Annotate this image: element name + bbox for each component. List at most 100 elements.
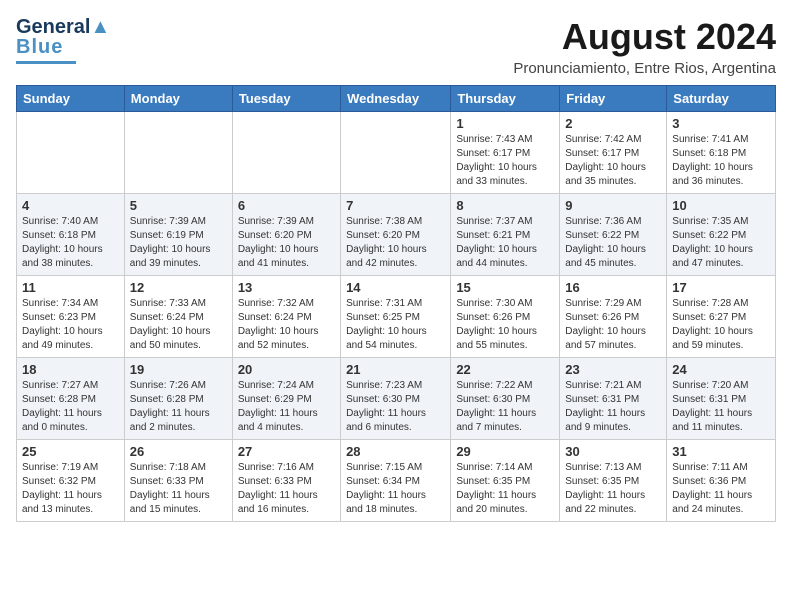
day-info: Sunrise: 7:30 AMSunset: 6:26 PMDaylight:… xyxy=(456,297,554,353)
day-number: 29 xyxy=(456,444,554,459)
day-number: 24 xyxy=(672,362,770,377)
calendar-cell: 5Sunrise: 7:39 AMSunset: 6:19 PMDaylight… xyxy=(124,194,232,276)
day-number: 19 xyxy=(130,362,227,377)
calendar-cell: 22 Sunrise: 7:22 AMSunset: 6:30 PMDayligh… xyxy=(451,358,560,440)
calendar-week-3: 18 Sunrise: 7:27 AMSunset: 6:28 PMDayligh… xyxy=(17,358,776,440)
calendar-table: SundayMondayTuesdayWednesdayThursdayFrid… xyxy=(16,85,776,522)
calendar-week-1: 4Sunrise: 7:40 AMSunset: 6:18 PMDaylight… xyxy=(17,194,776,276)
day-number: 28 xyxy=(346,444,445,459)
day-info: Sunrise: 7:43 AMSunset: 6:17 PMDaylight:… xyxy=(456,133,554,189)
day-info: Sunrise: 7:33 AMSunset: 6:24 PMDaylight:… xyxy=(130,297,227,353)
day-number: 8 xyxy=(456,198,554,213)
day-info: Sunrise: 7:34 AMSunset: 6:23 PMDaylight:… xyxy=(22,297,119,353)
calendar-cell: 4Sunrise: 7:40 AMSunset: 6:18 PMDaylight… xyxy=(17,194,125,276)
day-number: 20 xyxy=(238,362,335,377)
calendar-cell: 8Sunrise: 7:37 AMSunset: 6:21 PMDaylight… xyxy=(451,194,560,276)
calendar-cell: 3 Sunrise: 7:41 AMSunset: 6:18 PMDaylight… xyxy=(667,112,776,194)
day-number: 22 xyxy=(456,362,554,377)
day-number: 12 xyxy=(130,280,227,295)
calendar-cell: 20 Sunrise: 7:24 AMSunset: 6:29 PMDayligh… xyxy=(232,358,340,440)
calendar-cell: 16 Sunrise: 7:29 AMSunset: 6:26 PMDayligh… xyxy=(560,276,667,358)
calendar-cell: 18 Sunrise: 7:27 AMSunset: 6:28 PMDayligh… xyxy=(17,358,125,440)
day-number: 18 xyxy=(22,362,119,377)
calendar-cell: 30Sunrise: 7:13 AMSunset: 6:35 PMDayligh… xyxy=(560,440,667,522)
calendar-cell: 19 Sunrise: 7:26 AMSunset: 6:28 PMDayligh… xyxy=(124,358,232,440)
day-info: Sunrise: 7:20 AMSunset: 6:31 PMDaylight:… xyxy=(672,379,770,435)
day-info: Sunrise: 7:26 AMSunset: 6:28 PMDaylight:… xyxy=(130,379,227,435)
day-number: 10 xyxy=(672,198,770,213)
calendar-cell: 13 Sunrise: 7:32 AMSunset: 6:24 PMDayligh… xyxy=(232,276,340,358)
day-info: Sunrise: 7:28 AMSunset: 6:27 PMDaylight:… xyxy=(672,297,770,353)
day-info: Sunrise: 7:16 AMSunset: 6:33 PMDaylight:… xyxy=(238,461,335,517)
calendar-header-row: SundayMondayTuesdayWednesdayThursdayFrid… xyxy=(17,86,776,112)
day-info: Sunrise: 7:36 AMSunset: 6:22 PMDaylight:… xyxy=(565,215,661,271)
calendar-cell: 7Sunrise: 7:38 AMSunset: 6:20 PMDaylight… xyxy=(341,194,451,276)
calendar-cell: 28 Sunrise: 7:15 AMSunset: 6:34 PMDayligh… xyxy=(341,440,451,522)
day-info: Sunrise: 7:35 AMSunset: 6:22 PMDaylight:… xyxy=(672,215,770,271)
header-thursday: Thursday xyxy=(451,86,560,112)
day-info: Sunrise: 7:29 AMSunset: 6:26 PMDaylight:… xyxy=(565,297,661,353)
calendar-cell: 23Sunrise: 7:21 AMSunset: 6:31 PMDayligh… xyxy=(560,358,667,440)
calendar-cell: 11Sunrise: 7:34 AMSunset: 6:23 PMDayligh… xyxy=(17,276,125,358)
day-info: Sunrise: 7:42 AMSunset: 6:17 PMDaylight:… xyxy=(565,133,661,189)
calendar-cell: 2 Sunrise: 7:42 AMSunset: 6:17 PMDaylight… xyxy=(560,112,667,194)
calendar-cell: 29 Sunrise: 7:14 AMSunset: 6:35 PMDayligh… xyxy=(451,440,560,522)
calendar-cell: 14 Sunrise: 7:31 AMSunset: 6:25 PMDayligh… xyxy=(341,276,451,358)
day-number: 3 xyxy=(672,116,770,131)
calendar-cell: 9 Sunrise: 7:36 AMSunset: 6:22 PMDaylight… xyxy=(560,194,667,276)
day-number: 27 xyxy=(238,444,335,459)
calendar-cell: 26Sunrise: 7:18 AMSunset: 6:33 PMDayligh… xyxy=(124,440,232,522)
day-info: Sunrise: 7:38 AMSunset: 6:20 PMDaylight:… xyxy=(346,215,445,271)
calendar-title: August 2024 xyxy=(513,16,776,58)
day-info: Sunrise: 7:24 AMSunset: 6:29 PMDaylight:… xyxy=(238,379,335,435)
calendar-week-2: 11Sunrise: 7:34 AMSunset: 6:23 PMDayligh… xyxy=(17,276,776,358)
day-info: Sunrise: 7:32 AMSunset: 6:24 PMDaylight:… xyxy=(238,297,335,353)
day-number: 13 xyxy=(238,280,335,295)
day-info: Sunrise: 7:18 AMSunset: 6:33 PMDaylight:… xyxy=(130,461,227,517)
logo-underline xyxy=(16,61,76,64)
calendar-subtitle: Pronunciamiento, Entre Rios, Argentina xyxy=(513,60,776,77)
calendar-cell: 27 Sunrise: 7:16 AMSunset: 6:33 PMDayligh… xyxy=(232,440,340,522)
day-info: Sunrise: 7:27 AMSunset: 6:28 PMDaylight:… xyxy=(22,379,119,435)
header-wednesday: Wednesday xyxy=(341,86,451,112)
calendar-cell: 10 Sunrise: 7:35 AMSunset: 6:22 PMDayligh… xyxy=(667,194,776,276)
calendar-cell: 31Sunrise: 7:11 AMSunset: 6:36 PMDayligh… xyxy=(667,440,776,522)
day-number: 25 xyxy=(22,444,119,459)
day-number: 1 xyxy=(456,116,554,131)
header-saturday: Saturday xyxy=(667,86,776,112)
header-friday: Friday xyxy=(560,86,667,112)
calendar-cell: 17 Sunrise: 7:28 AMSunset: 6:27 PMDayligh… xyxy=(667,276,776,358)
day-info: Sunrise: 7:14 AMSunset: 6:35 PMDaylight:… xyxy=(456,461,554,517)
calendar-cell xyxy=(232,112,340,194)
calendar-cell xyxy=(341,112,451,194)
day-info: Sunrise: 7:22 AMSunset: 6:30 PMDaylight:… xyxy=(456,379,554,435)
calendar-week-0: 1 Sunrise: 7:43 AMSunset: 6:17 PMDaylight… xyxy=(17,112,776,194)
day-number: 21 xyxy=(346,362,445,377)
calendar-cell: 25Sunrise: 7:19 AMSunset: 6:32 PMDayligh… xyxy=(17,440,125,522)
day-number: 9 xyxy=(565,198,661,213)
logo-blue: Blue xyxy=(16,36,63,59)
day-number: 14 xyxy=(346,280,445,295)
header-tuesday: Tuesday xyxy=(232,86,340,112)
day-info: Sunrise: 7:21 AMSunset: 6:31 PMDaylight:… xyxy=(565,379,661,435)
day-number: 16 xyxy=(565,280,661,295)
calendar-week-4: 25Sunrise: 7:19 AMSunset: 6:32 PMDayligh… xyxy=(17,440,776,522)
day-info: Sunrise: 7:39 AMSunset: 6:20 PMDaylight:… xyxy=(238,215,335,271)
day-info: Sunrise: 7:23 AMSunset: 6:30 PMDaylight:… xyxy=(346,379,445,435)
header-monday: Monday xyxy=(124,86,232,112)
day-number: 15 xyxy=(456,280,554,295)
day-number: 17 xyxy=(672,280,770,295)
calendar-cell xyxy=(17,112,125,194)
calendar-cell: 15 Sunrise: 7:30 AMSunset: 6:26 PMDayligh… xyxy=(451,276,560,358)
day-info: Sunrise: 7:31 AMSunset: 6:25 PMDaylight:… xyxy=(346,297,445,353)
day-number: 2 xyxy=(565,116,661,131)
page-header: General▲ Blue August 2024 Pronunciamient… xyxy=(16,16,776,77)
calendar-cell xyxy=(124,112,232,194)
day-info: Sunrise: 7:15 AMSunset: 6:34 PMDaylight:… xyxy=(346,461,445,517)
calendar-cell: 6Sunrise: 7:39 AMSunset: 6:20 PMDaylight… xyxy=(232,194,340,276)
calendar-cell: 21 Sunrise: 7:23 AMSunset: 6:30 PMDayligh… xyxy=(341,358,451,440)
day-info: Sunrise: 7:41 AMSunset: 6:18 PMDaylight:… xyxy=(672,133,770,189)
title-section: August 2024 Pronunciamiento, Entre Rios,… xyxy=(513,16,776,77)
day-number: 4 xyxy=(22,198,119,213)
day-number: 5 xyxy=(130,198,227,213)
